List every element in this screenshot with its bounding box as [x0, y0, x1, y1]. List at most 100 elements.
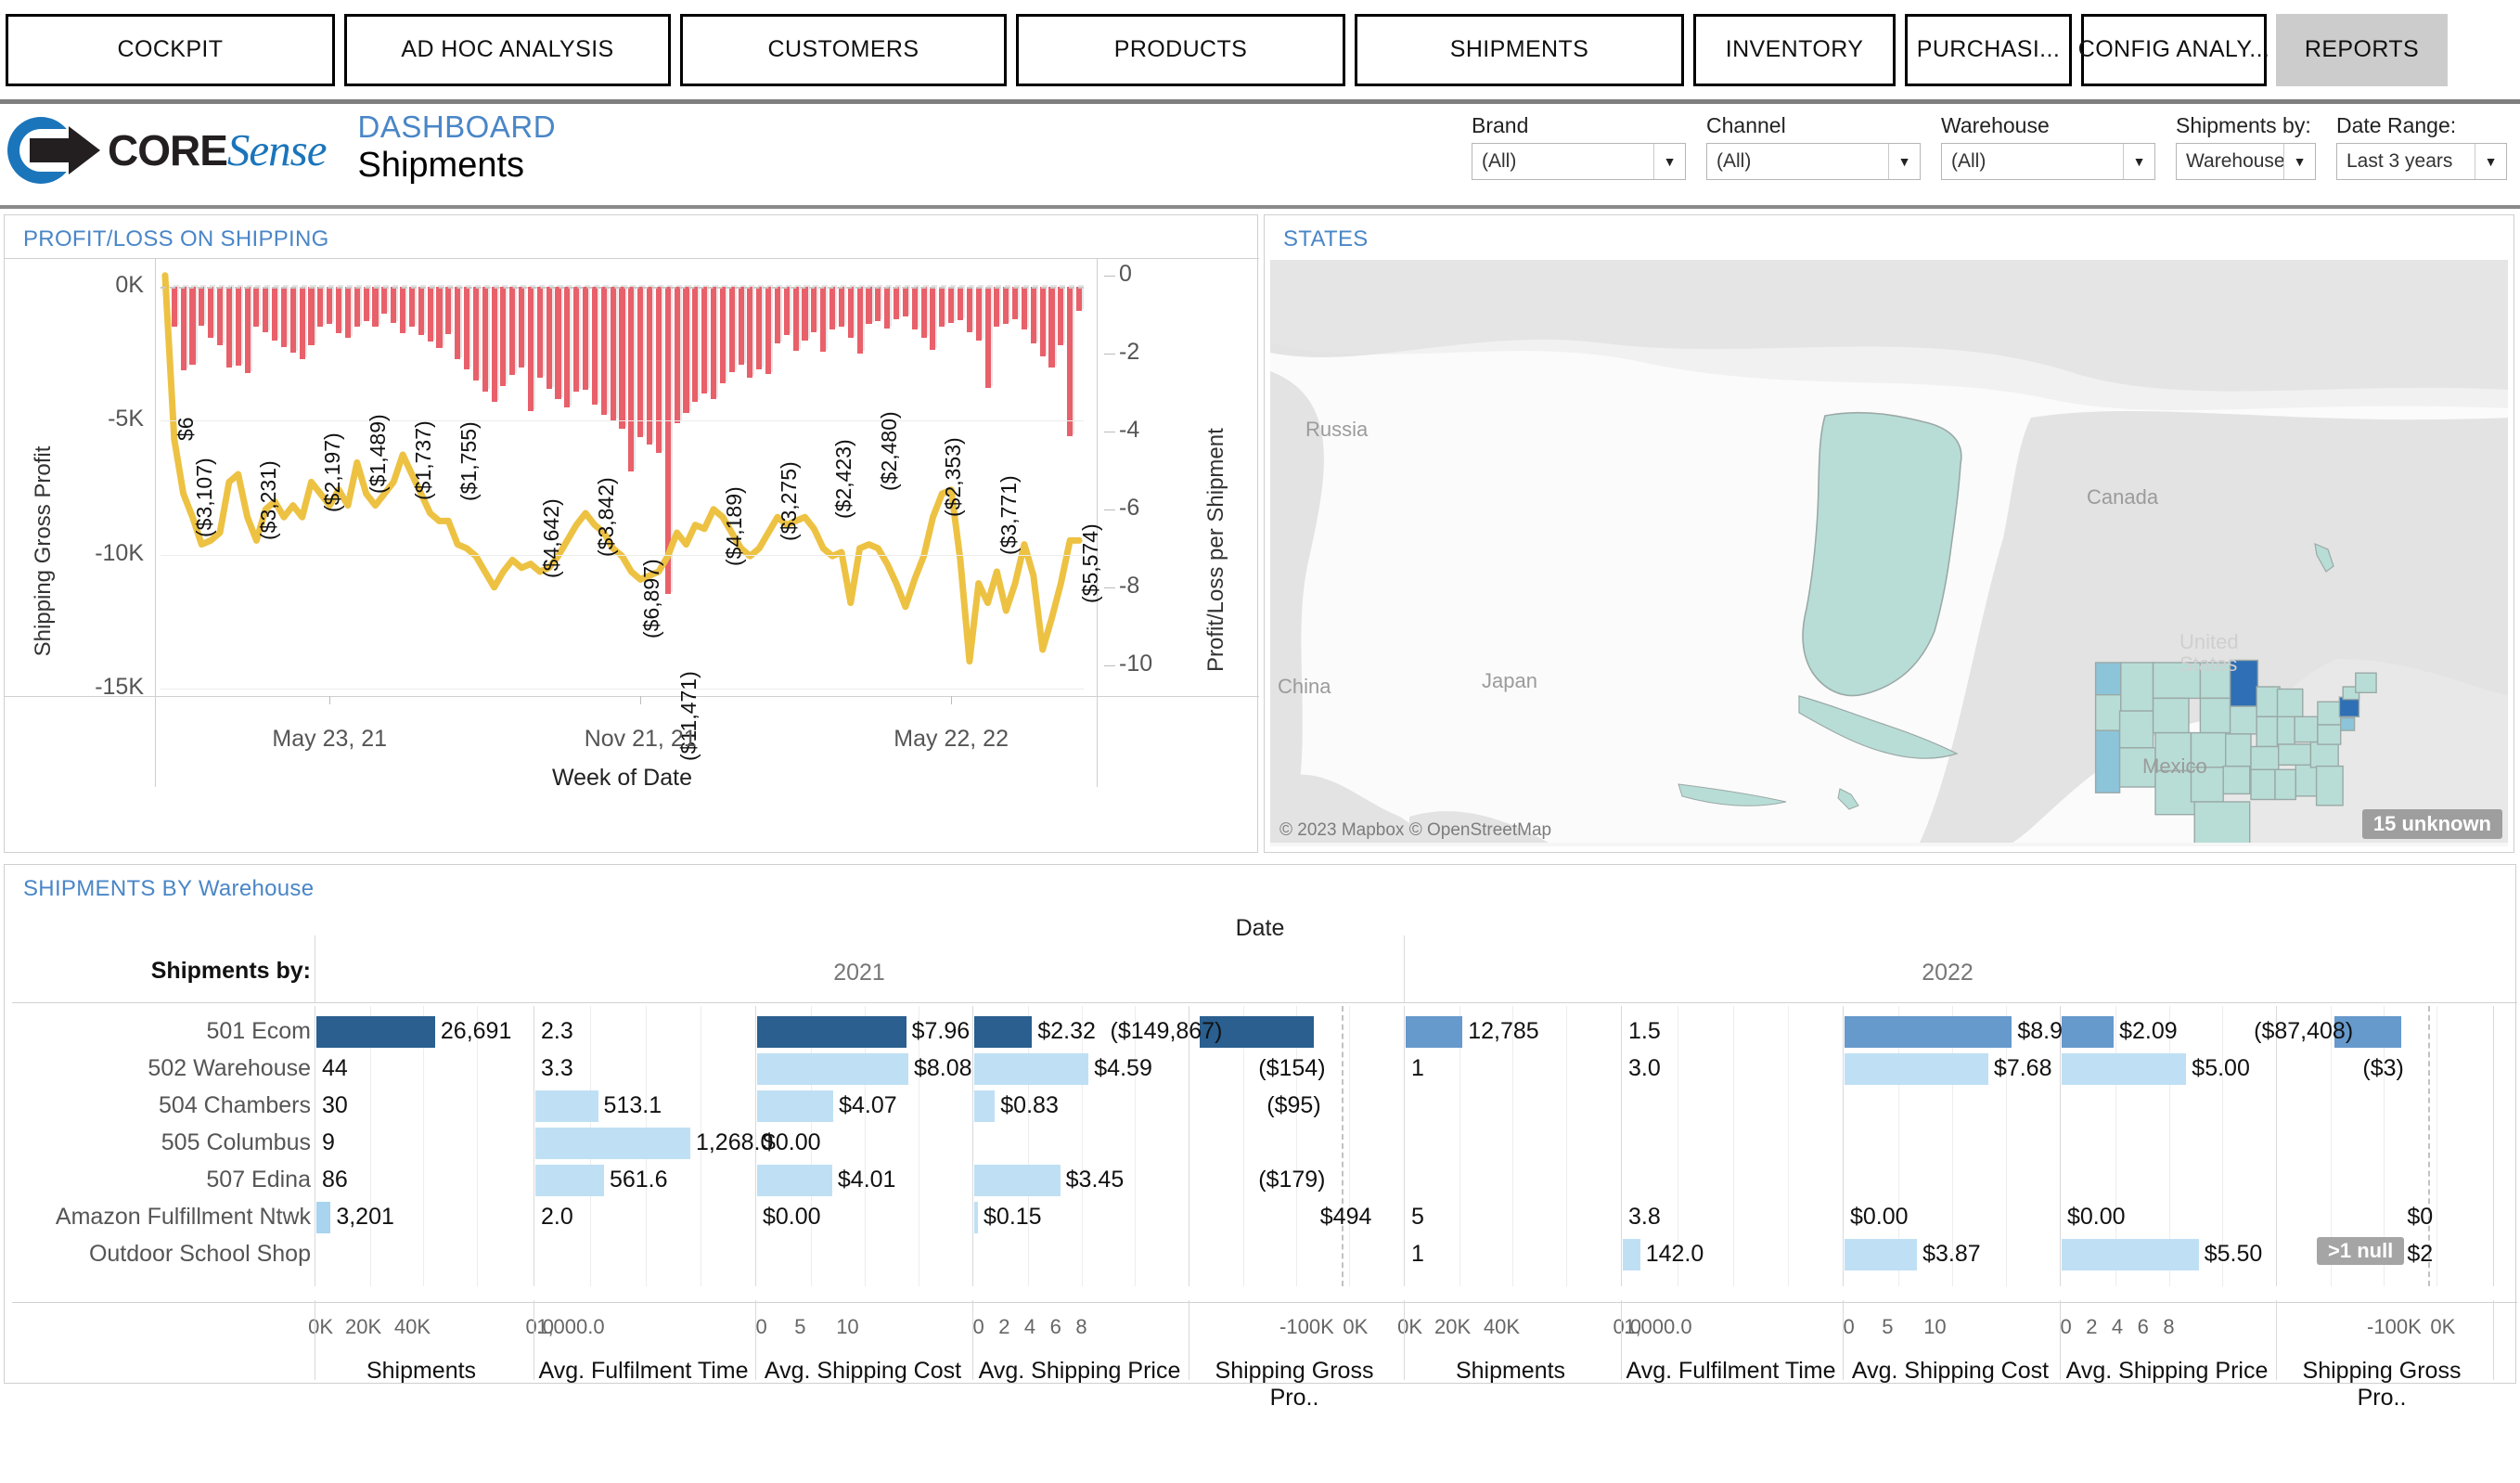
table-row-label[interactable]: Outdoor School Shop — [0, 1241, 311, 1268]
table-cell-value: $7.68 — [1994, 1055, 2052, 1082]
chart-x-tick-mark — [329, 696, 330, 704]
table-row-label[interactable]: 504 Chambers — [0, 1092, 311, 1119]
chart-y2-tick: -2 — [1119, 339, 1193, 366]
table-cell-bar[interactable] — [1845, 1053, 1988, 1085]
shipments-table[interactable]: Date Shipments by: 20212022501 Ecom26,69… — [5, 902, 2515, 1377]
table-cell-bar[interactable] — [535, 1090, 598, 1122]
table-axis-tick: 10 — [805, 1315, 889, 1339]
tab-inventory[interactable]: INVENTORY — [1693, 14, 1896, 86]
table-cell-value: $494 — [1320, 1204, 1372, 1231]
chart-y-tick: -5K — [42, 406, 144, 432]
table-cell-bar[interactable] — [2062, 1239, 2199, 1270]
filter-dropdown[interactable]: (All)▼ — [1941, 143, 2155, 180]
map-canvas[interactable]: © 2023 Mapbox © OpenStreetMap 15 unknown… — [1270, 260, 2508, 846]
table-cell-value: 2.0 — [541, 1204, 573, 1231]
brand-logo: CORESense — [0, 104, 326, 186]
table-gridline — [2006, 1006, 2007, 1286]
chart-plot-area[interactable]: Shipping Gross Profit Profit/Loss per Sh… — [5, 260, 1257, 852]
tab-reports[interactable]: REPORTS — [2276, 14, 2448, 86]
filter-dropdown[interactable]: (All)▼ — [1706, 143, 1921, 180]
dashboard-label: DASHBOARD — [357, 111, 556, 144]
chevron-down-icon[interactable]: ▼ — [1653, 144, 1685, 179]
chevron-down-icon[interactable]: ▼ — [2123, 144, 2154, 179]
filter-dropdown[interactable]: Last 3 years▼ — [2336, 143, 2507, 180]
filter-dropdown[interactable]: Warehouse▼ — [2176, 143, 2316, 180]
table-cell-bar[interactable] — [1845, 1016, 2012, 1048]
table-column-divider — [1404, 1006, 1405, 1286]
table-cell-bar[interactable] — [316, 1202, 330, 1233]
table-row-label[interactable]: 505 Columbus — [0, 1129, 311, 1156]
table-gridline — [1296, 1006, 1297, 1286]
tab-config-analy[interactable]: CONFIG ANALY... — [2081, 14, 2267, 86]
table-row-label[interactable]: 502 Warehouse — [0, 1055, 311, 1082]
table-axis-tick: 1,000.0 — [529, 1315, 612, 1339]
table-cell-value: 1 — [1411, 1241, 1424, 1268]
tab-shipments[interactable]: SHIPMENTS — [1355, 14, 1684, 86]
tab-products[interactable]: PRODUCTS — [1016, 14, 1345, 86]
table-cell-bar[interactable] — [1406, 1016, 1462, 1048]
table-cell-value: 86 — [322, 1167, 348, 1193]
map-unknown-badge[interactable]: 15 unknown — [2362, 809, 2502, 839]
table-cell-bar[interactable] — [974, 1165, 1061, 1196]
filter-selected-value: (All) — [1707, 144, 1888, 179]
page-title: Shipments — [357, 148, 556, 185]
profit-loss-chart-panel: PROFIT/LOSS ON SHIPPING Shipping Gross P… — [4, 214, 1258, 853]
tab-customers[interactable]: CUSTOMERS — [680, 14, 1007, 86]
table-cell-bar[interactable] — [2062, 1053, 2186, 1085]
table-row-label[interactable]: 501 Ecom — [0, 1018, 311, 1045]
table-null-badge[interactable]: >1 null — [2317, 1237, 2404, 1265]
chart-data-label: ($6,897) — [639, 559, 664, 638]
chart-axis-line — [1097, 258, 1098, 787]
table-cell-bar[interactable] — [757, 1053, 908, 1085]
table-cell-value: ($87,408) — [2254, 1018, 2353, 1045]
table-row-label[interactable]: Amazon Fulfillment Ntwk — [0, 1204, 311, 1231]
table-date-header: Date — [5, 915, 2515, 942]
table-cell-value: $2.32 — [1037, 1018, 1096, 1045]
chart-data-label: ($4,642) — [539, 498, 564, 578]
map-geo-label: Russia — [1305, 418, 1368, 442]
chevron-down-icon[interactable]: ▼ — [2475, 144, 2506, 179]
table-cell-bar[interactable] — [1623, 1239, 1640, 1270]
tab-ad-hoc-analysis[interactable]: AD HOC ANALYSIS — [344, 14, 671, 86]
chart-y-tick: 0K — [42, 272, 144, 299]
filter-dropdown[interactable]: (All)▼ — [1472, 143, 1686, 180]
table-row-label-header: Shipments by: — [0, 958, 311, 985]
table-cell-bar[interactable] — [974, 1016, 1032, 1048]
table-axis-divider — [972, 1300, 973, 1380]
table-zero-line — [1342, 1006, 1344, 1286]
table-axis-title: Avg. Shipping Cost — [1843, 1358, 2058, 1385]
table-year-header: 2022 — [1406, 960, 2489, 987]
table-cell-bar[interactable] — [974, 1053, 1088, 1085]
tab-cockpit[interactable]: COCKPIT — [6, 14, 335, 86]
shipments-by-warehouse-panel: SHIPMENTS BY Warehouse Date Shipments by… — [4, 864, 2516, 1384]
map-geo-label: United States — [2179, 631, 2235, 676]
table-cell-bar[interactable] — [974, 1202, 978, 1233]
table-axis-tick: 8 — [2128, 1315, 2211, 1339]
table-axis-divider — [2493, 1300, 2494, 1380]
tab-purchasi[interactable]: PURCHASI... — [1905, 14, 2072, 86]
table-cell-bar[interactable] — [757, 1090, 833, 1122]
table-row-label[interactable]: 507 Edina — [0, 1167, 311, 1193]
table-cell-bar[interactable] — [1845, 1239, 1917, 1270]
map-geo-label: Japan — [1482, 669, 1537, 693]
table-cell-bar[interactable] — [757, 1165, 832, 1196]
chevron-down-icon[interactable]: ▼ — [1888, 144, 1920, 179]
table-cell-value: $5.50 — [2205, 1241, 2263, 1268]
main-tab-bar: COCKPITAD HOC ANALYSISCUSTOMERSPRODUCTSS… — [0, 0, 2520, 104]
filter-date-range: Date Range:Last 3 years▼ — [2336, 113, 2507, 180]
table-gridline — [423, 1006, 424, 1286]
table-axis-title: Avg. Shipping Price — [972, 1358, 1187, 1385]
chevron-down-icon[interactable]: ▼ — [2283, 144, 2315, 179]
table-cell-bar[interactable] — [535, 1128, 690, 1159]
chart-data-label: ($2,423) — [831, 439, 856, 519]
table-cell-bar[interactable] — [316, 1016, 435, 1048]
table-gridline — [1733, 1006, 1734, 1286]
chart-gridline — [161, 287, 1084, 289]
table-cell-bar[interactable] — [757, 1016, 906, 1048]
table-gridline — [865, 1006, 866, 1286]
filter-selected-value: (All) — [1942, 144, 2123, 179]
table-cell-bar[interactable] — [535, 1165, 604, 1196]
table-column-divider — [1621, 1006, 1622, 1286]
table-cell-bar[interactable] — [974, 1090, 995, 1122]
table-cell-bar[interactable] — [2062, 1016, 2114, 1048]
